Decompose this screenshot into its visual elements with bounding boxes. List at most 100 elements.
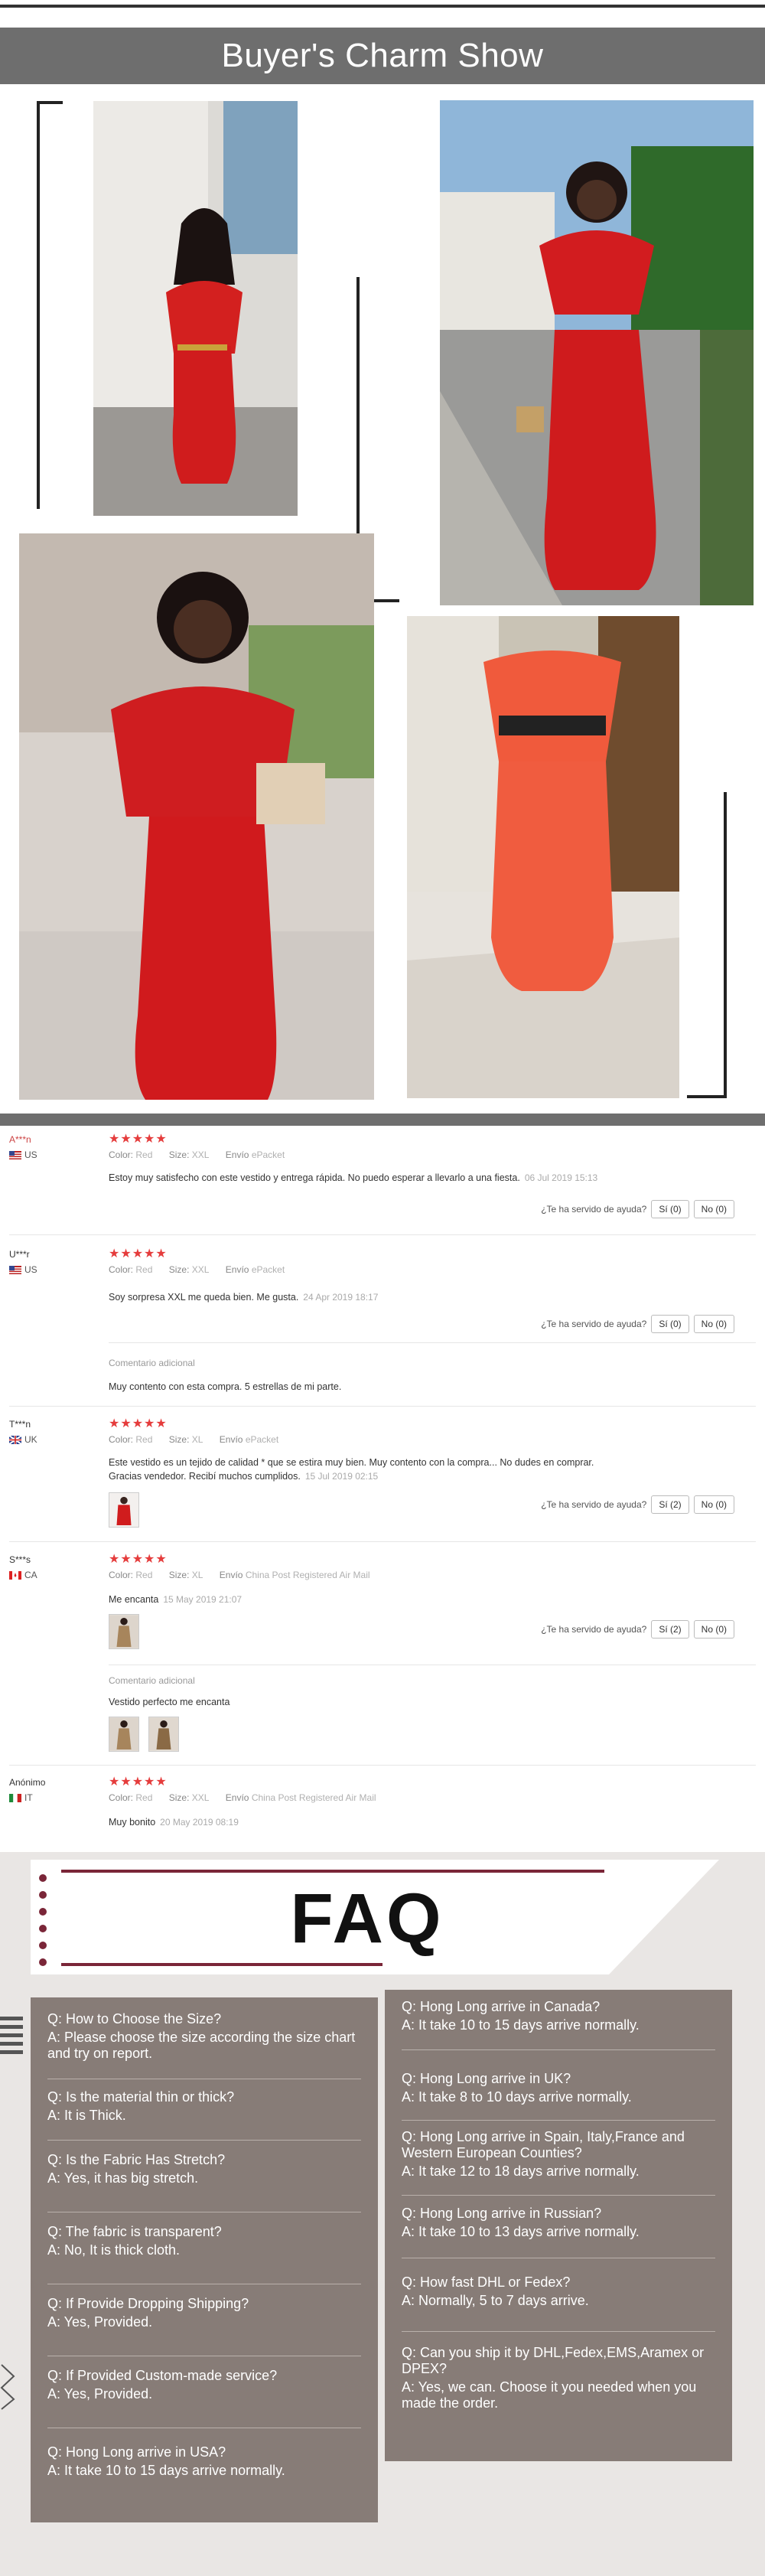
review-date: 20 May 2019 08:19	[160, 1817, 239, 1828]
faq-title: FAQ	[290, 1880, 444, 1958]
decor-line	[61, 1870, 604, 1873]
buyer-photo-1	[93, 101, 298, 516]
star-rating: ★★★★★	[109, 1247, 168, 1260]
faq-question: Q: Is the Fabric Has Stretch?	[47, 2152, 226, 2167]
faq-item: Q: Hong Long arrive in Russian? A: It ta…	[402, 2206, 715, 2240]
us-flag-icon	[9, 1150, 21, 1159]
review-text: Soy sorpresa XXL me queda bien. Me gusta…	[109, 1292, 379, 1303]
review-photo-thumbnail[interactable]	[109, 1717, 139, 1752]
review-text: Este vestido es un tejido de calidad * q…	[109, 1457, 594, 1482]
review-item: Anónimo IT ★★★★★ Color: Red Size: XXL En…	[9, 1774, 756, 1835]
faq-answer: A: It take 10 to 15 days arrive normally…	[47, 2463, 285, 2478]
faq-question: Q: How fast DHL or Fedex?	[402, 2274, 571, 2290]
review-meta: Color: Red Size: XL Envío ePacket	[109, 1434, 279, 1445]
faq-item: Q: The fabric is transparent? A: No, It …	[47, 2224, 361, 2258]
review-photo-thumbnail[interactable]	[109, 1492, 139, 1528]
review-date: 15 May 2019 21:07	[163, 1594, 243, 1605]
bracket-3	[687, 792, 727, 1098]
faq-question: Q: Is the material thin or thick?	[47, 2089, 235, 2105]
faq-answer: A: Yes, we can. Choose it you needed whe…	[402, 2379, 697, 2411]
review-item: U***r US ★★★★★ Color: Red Size: XXL Enví…	[9, 1246, 756, 1407]
faq-question: Q: Hong Long arrive in Canada?	[402, 1999, 601, 2014]
faq-item: Q: Is the Fabric Has Stretch? A: Yes, it…	[47, 2152, 361, 2186]
review-text: Me encanta 15 May 2019 21:07	[109, 1594, 243, 1605]
show-title: Buyer's Charm Show	[221, 37, 544, 74]
buyer-photo-3	[19, 533, 374, 1100]
additional-comment-label: Comentario adicional	[109, 1675, 195, 1686]
divider	[47, 2140, 361, 2141]
helpful-no-button[interactable]: No (0)	[693, 1495, 734, 1514]
faq-item: Q: Hong Long arrive in UK? A: It take 8 …	[402, 2071, 715, 2105]
reviewer-name: S***s	[9, 1554, 31, 1565]
faq-answer: A: It take 12 to 18 days arrive normally…	[402, 2164, 640, 2179]
helpful-vote: ¿Te ha servido de ayuda? Sí (2) No (0)	[541, 1620, 734, 1639]
top-rule	[0, 5, 765, 8]
faq-question: Q: How to Choose the Size?	[47, 2011, 222, 2027]
review-meta: Color: Red Size: XXL Envío ePacket	[109, 1264, 285, 1275]
helpful-yes-button[interactable]: Sí (2)	[651, 1620, 689, 1639]
helpful-yes-button[interactable]: Sí (0)	[651, 1200, 689, 1218]
faq-answer: A: It take 10 to 15 days arrive normally…	[402, 2017, 640, 2033]
faq-question: Q: Can you ship it by DHL,Fedex,EMS,Aram…	[402, 2345, 705, 2376]
reviewer-name: Anónimo	[9, 1777, 46, 1788]
helpful-no-button[interactable]: No (0)	[693, 1315, 734, 1333]
review-text: Muy bonito 20 May 2019 08:19	[109, 1817, 239, 1828]
us-flag-icon	[9, 1265, 21, 1274]
reviewer-name: T***n	[9, 1419, 31, 1430]
faq-item: Q: Is the material thin or thick? A: It …	[47, 2089, 361, 2124]
reviewer-country: IT	[9, 1792, 33, 1803]
divider	[402, 2120, 715, 2121]
review-item: T***n UK ★★★★★ Color: Red Size: XL Envío…	[9, 1416, 756, 1542]
show-banner: Buyer's Charm Show	[0, 28, 765, 84]
faq-question: Q: Hong Long arrive in Russian?	[402, 2206, 602, 2221]
reviewer-country: US	[9, 1149, 37, 1160]
helpful-vote: ¿Te ha servido de ayuda? Sí (2) No (0)	[541, 1495, 734, 1514]
bracket-1	[37, 101, 63, 509]
decor-zigzag-icon	[0, 2364, 15, 2410]
review-meta: Color: Red Size: XL Envío China Post Reg…	[109, 1570, 370, 1580]
faq-panel-right: Q: Hong Long arrive in Canada? A: It tak…	[385, 1990, 732, 2461]
decor-stripes	[0, 2017, 23, 2062]
star-rating: ★★★★★	[109, 1417, 168, 1430]
additional-comment-label: Comentario adicional	[109, 1358, 195, 1368]
divider	[402, 2049, 715, 2050]
faq-item: Q: Can you ship it by DHL,Fedex,EMS,Aram…	[402, 2345, 715, 2411]
reviews-topbar	[0, 1114, 765, 1126]
star-rating: ★★★★★	[109, 1133, 168, 1146]
additional-comment-text: Vestido perfecto me encanta	[109, 1697, 230, 1707]
faq-answer: A: Yes, Provided.	[47, 2386, 153, 2402]
faq-question: Q: If Provided Custom-made service?	[47, 2368, 278, 2383]
faq-answer: A: It take 10 to 13 days arrive normally…	[402, 2224, 640, 2239]
faq-item: Q: How fast DHL or Fedex? A: Normally, 5…	[402, 2274, 715, 2309]
additional-comment-text: Muy contento con esta compra. 5 estrella…	[109, 1381, 342, 1392]
helpful-yes-button[interactable]: Sí (0)	[651, 1315, 689, 1333]
review-photo-thumbnail[interactable]	[148, 1717, 179, 1752]
helpful-no-button[interactable]: No (0)	[693, 1200, 734, 1218]
review-date: 24 Apr 2019 18:17	[303, 1292, 379, 1303]
helpful-yes-button[interactable]: Sí (2)	[651, 1495, 689, 1514]
faq-answer: A: No, It is thick cloth.	[47, 2242, 181, 2258]
reviewer-name: A***n	[9, 1134, 31, 1145]
faq-question: Q: Hong Long arrive in USA?	[47, 2444, 226, 2460]
review-date: 15 Jul 2019 02:15	[304, 1471, 379, 1482]
review-photo-thumbnail[interactable]	[109, 1614, 139, 1649]
faq-item: Q: Hong Long arrive in Canada? A: It tak…	[402, 1999, 715, 2033]
ca-flag-icon	[9, 1570, 21, 1580]
buyer-photo-4	[407, 616, 679, 1098]
faq-question: Q: The fabric is transparent?	[47, 2224, 222, 2239]
faq-answer: A: It is Thick.	[47, 2108, 126, 2123]
buyer-photo-2	[440, 100, 754, 605]
faq-answer: A: Normally, 5 to 7 days arrive.	[402, 2293, 589, 2308]
helpful-no-button[interactable]: No (0)	[693, 1620, 734, 1639]
reviewer-country: CA	[9, 1570, 37, 1580]
divider	[402, 2195, 715, 2196]
uk-flag-icon	[9, 1435, 21, 1444]
faq-panel-left: Q: How to Choose the Size? A: Please cho…	[31, 1997, 378, 2522]
reviewer-country: US	[9, 1264, 37, 1275]
faq-answer: A: Please choose the size according the …	[47, 2030, 356, 2061]
faq-item: Q: If Provided Custom-made service? A: Y…	[47, 2368, 361, 2402]
it-flag-icon	[9, 1793, 21, 1802]
review-item: S***s CA ★★★★★ Color: Red Size: XL Envío…	[9, 1551, 756, 1766]
faq-item: Q: How to Choose the Size? A: Please cho…	[47, 2011, 361, 2062]
review-meta: Color: Red Size: XXL Envío China Post Re…	[109, 1792, 376, 1803]
